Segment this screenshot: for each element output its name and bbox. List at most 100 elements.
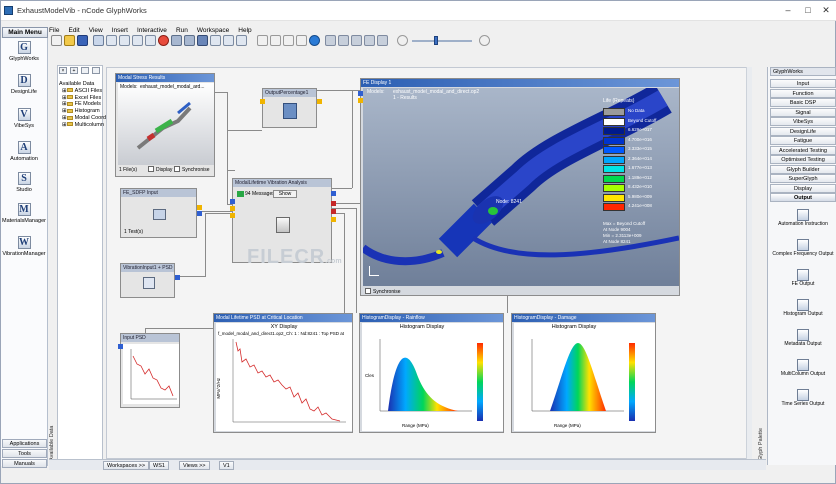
grid-icon[interactable] (223, 35, 234, 46)
save-icon[interactable] (77, 35, 88, 46)
layout-icon[interactable] (210, 35, 221, 46)
tree-add-icon[interactable]: + (70, 67, 78, 74)
xy-display-node[interactable]: Modal Lifetime PSD at Critical Location … (213, 313, 353, 433)
node-title[interactable]: HistogramDisplay - Rainflow (360, 314, 503, 322)
output-port[interactable] (197, 211, 202, 216)
app-vibesys[interactable]: V VibeSys (1, 108, 47, 129)
palette-tool-automation-instruction[interactable]: Automation Instruction (770, 209, 836, 228)
input-port[interactable] (230, 213, 235, 218)
output-port[interactable] (175, 275, 180, 280)
play-circle-icon[interactable] (309, 35, 320, 46)
palette-category-glyph-builder[interactable]: Glyph Builder (770, 164, 836, 174)
palette-header[interactable]: GlyphWorks (770, 67, 836, 76)
output-port[interactable] (317, 99, 322, 104)
palette-tool-multicolumn-output[interactable]: MultiColumn Output (770, 359, 836, 378)
fe-3d-viewport[interactable]: Models: exhaust_model_modal_and_direct.o… (363, 88, 679, 286)
palette-category-vibesys[interactable]: VibeSys (770, 117, 836, 126)
palette-tool-metadata-output[interactable]: Metadata Output (770, 329, 836, 348)
new-icon[interactable] (51, 35, 62, 46)
pause-icon[interactable] (351, 35, 362, 46)
palette-category-output[interactable]: Output (770, 193, 836, 202)
previous-icon[interactable] (338, 35, 349, 46)
node-title[interactable]: ModalLifetime Vibration Analysis (233, 179, 331, 187)
glyph-palette-side-tab[interactable]: Glyph Palette (758, 421, 764, 461)
zoom-slider-thumb[interactable] (434, 36, 438, 45)
palette-category-optimised-testing[interactable]: Optimised Testing (770, 155, 836, 164)
palette-tool-fe-output[interactable]: FE Output (770, 269, 836, 288)
fast-forward-icon[interactable] (377, 35, 388, 46)
next-icon[interactable] (364, 35, 375, 46)
view-tab-v1[interactable]: V1 (219, 461, 234, 470)
app-studio[interactable]: S Studio (1, 172, 47, 193)
app-automation[interactable]: A Automation (1, 141, 47, 162)
mini-3d-viewport[interactable]: Models: exhaust_model_modal_ard... (118, 83, 214, 165)
fe-display-node[interactable]: FE Display 1 Models: exhaust_model_modal… (358, 78, 680, 296)
node-title[interactable]: VibrationInput1 + PSD (121, 264, 174, 272)
input-port[interactable] (230, 206, 235, 211)
histogram-plot-area[interactable]: Histogram Display Range (MPa) (514, 323, 655, 431)
download-icon[interactable] (283, 35, 294, 46)
input-port[interactable] (358, 91, 363, 96)
palette-tool-histogram-output[interactable]: Histogram Output (770, 299, 836, 318)
synchronise-checkbox[interactable] (174, 166, 180, 172)
workspace-canvas[interactable]: Modal Stress Results Models: exhaust_mod… (106, 67, 751, 459)
input-port[interactable] (358, 98, 363, 103)
main-menu-button[interactable]: Main Menu (2, 27, 48, 38)
zoom-reset-icon[interactable] (479, 35, 490, 46)
app-vibration-manager[interactable]: W VibrationManager (1, 236, 47, 257)
output-port[interactable] (331, 209, 336, 214)
tree-close-icon[interactable]: × (59, 67, 67, 74)
vibration-input-node[interactable]: VibrationInput1 + PSD (120, 263, 180, 298)
stop-icon[interactable] (158, 35, 169, 46)
zoom-fit-icon[interactable] (171, 35, 182, 46)
modal-stress-results-node[interactable]: Modal Stress Results Models: exhaust_mod… (115, 73, 215, 177)
palette-category-superglyph[interactable]: SuperGlyph (770, 174, 836, 183)
node-title[interactable]: OutputPercentage1 (263, 89, 316, 97)
show-messages-button[interactable]: Show (273, 190, 297, 198)
palette-category-function[interactable]: Function (770, 88, 836, 98)
zoom-in-icon[interactable] (184, 35, 195, 46)
fe-input-node[interactable]: FE_SDFP Input 1 Test(s) (120, 188, 202, 238)
palette-category-input[interactable]: Input (770, 79, 836, 88)
input-port[interactable] (118, 344, 123, 349)
shield-icon[interactable] (197, 35, 208, 46)
input-psd-node[interactable]: Input PSD (118, 333, 180, 408)
node-title[interactable]: FE Display 1 (361, 79, 679, 87)
tree-folder-icon[interactable] (81, 67, 89, 74)
run-icon[interactable] (93, 35, 104, 46)
tree-refresh-icon[interactable] (92, 67, 100, 74)
palette-category-signal[interactable]: Signal (770, 107, 836, 117)
palette-tool-complex-frequency-output[interactable]: Complex Frequency Output (770, 239, 836, 258)
node-title[interactable]: Modal Lifetime PSD at Critical Location (214, 314, 352, 322)
step-forward-icon[interactable] (270, 35, 281, 46)
upload-icon[interactable] (296, 35, 307, 46)
node-title[interactable]: FE_SDFP Input (121, 189, 196, 197)
node-title[interactable]: Modal Stress Results (116, 74, 214, 82)
palette-category-display[interactable]: Display (770, 183, 836, 193)
palette-tool-time-series-output[interactable]: Time Series Output (770, 389, 836, 408)
input-port[interactable] (230, 199, 235, 204)
xy-plot-area[interactable]: XY Display f_model_modal_and_direct1.op2… (216, 323, 352, 431)
open-folder-icon[interactable] (64, 35, 75, 46)
synchronise-checkbox[interactable] (365, 288, 371, 294)
palette-category-fatigue[interactable]: Fatigue (770, 136, 836, 145)
output-port[interactable] (197, 205, 202, 210)
views-button[interactable]: Views >> (179, 461, 210, 470)
options-icon[interactable] (236, 35, 247, 46)
app-glyphworks[interactable]: G GlyphWorks (1, 41, 47, 62)
workspaces-button[interactable]: Workspaces >> (103, 461, 150, 470)
cut-icon[interactable] (106, 35, 117, 46)
app-designlife[interactable]: D DesignLife (1, 74, 47, 95)
input-port[interactable] (260, 99, 265, 104)
output-port[interactable] (331, 191, 336, 196)
step-back-icon[interactable] (257, 35, 268, 46)
manuals-button[interactable]: Manuals (2, 459, 47, 468)
maximize-button[interactable]: □ (801, 4, 815, 16)
palette-category-accelerated-testing[interactable]: Accelerated Testing (770, 145, 836, 155)
histogram-damage-node[interactable]: HistogramDisplay - Damage Histogram Disp… (511, 313, 656, 433)
delete-icon[interactable] (145, 35, 156, 46)
tools-button[interactable]: Tools (2, 449, 47, 458)
display-checkbox[interactable] (148, 166, 154, 172)
app-materials-manager[interactable]: M MaterialsManager (1, 203, 47, 224)
output-port[interactable] (331, 217, 336, 222)
